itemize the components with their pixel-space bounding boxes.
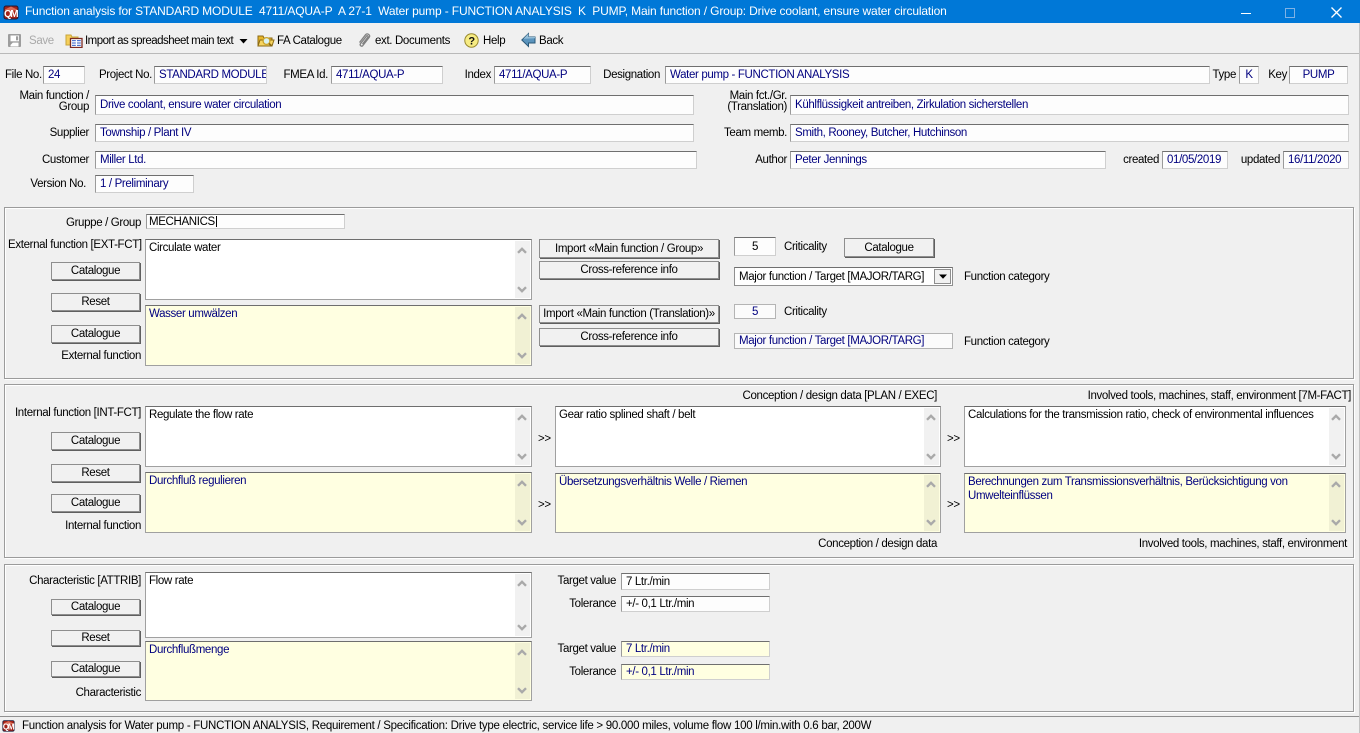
svg-text:M: M (8, 723, 15, 732)
svg-text:?: ? (468, 36, 475, 48)
svg-text:M: M (10, 9, 18, 20)
